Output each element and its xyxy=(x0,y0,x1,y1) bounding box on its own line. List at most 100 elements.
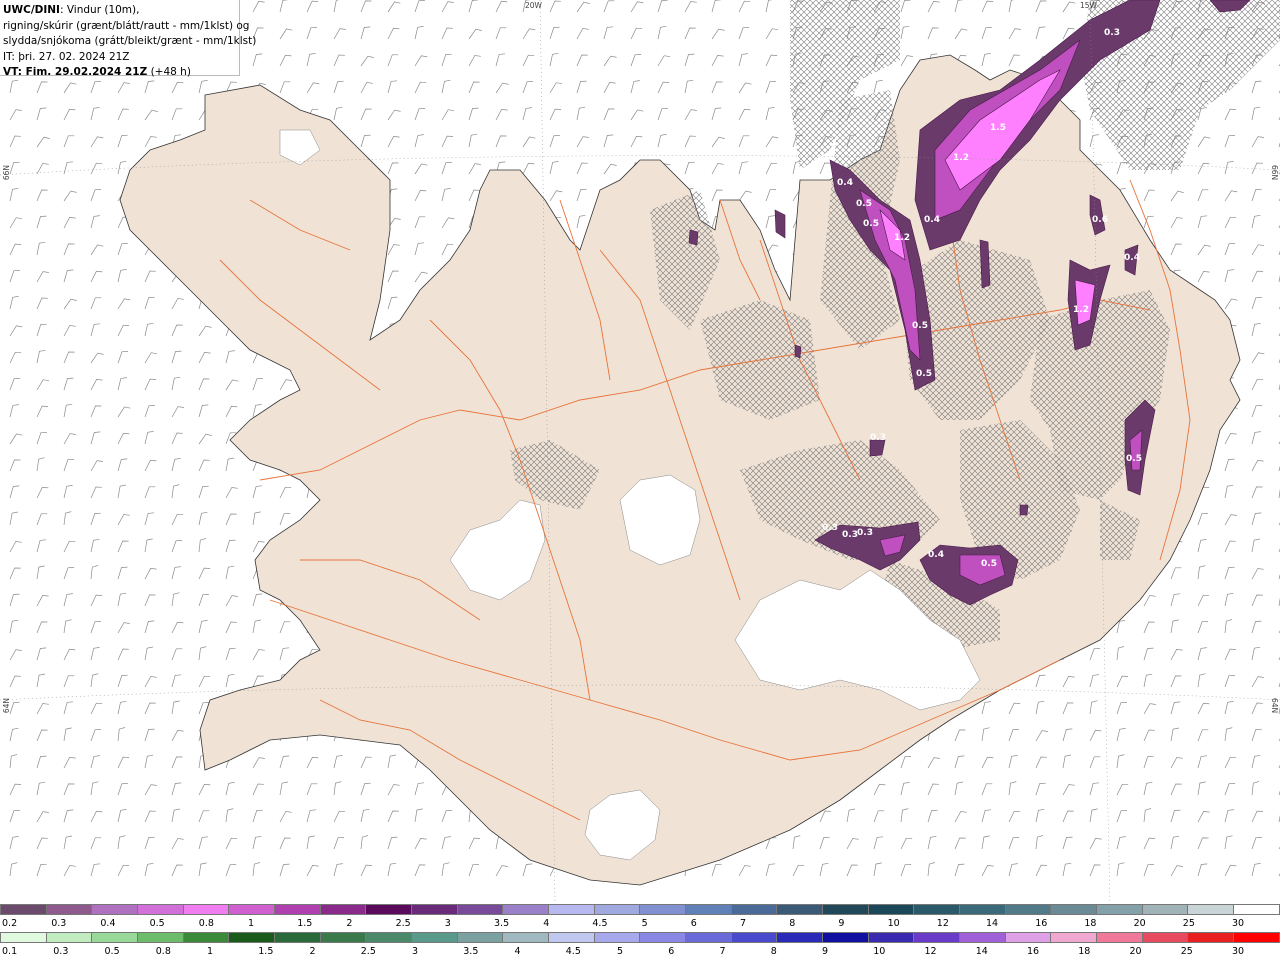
precip-value-label: 0.3 xyxy=(870,433,886,443)
legend-swatch xyxy=(959,932,1005,943)
legend-label: 14 xyxy=(986,918,999,929)
legend-label: 7 xyxy=(740,918,747,929)
precip-value-label: 1.2 xyxy=(953,153,969,163)
valid-time: VT: Fim. 29.02.2024 21Z xyxy=(3,66,148,78)
legend-swatch xyxy=(1050,904,1097,915)
precip-value-label: 0.4 xyxy=(924,215,940,225)
legend-label: 2.5 xyxy=(360,946,376,957)
legend-label: 30 xyxy=(1232,918,1245,929)
legend-swatch xyxy=(867,932,914,943)
legend-swatch xyxy=(1050,932,1097,943)
legend-swatch xyxy=(959,904,1005,915)
legend-swatch xyxy=(456,904,503,915)
legend-label: 2.5 xyxy=(395,918,411,929)
precip-value-label: 0.5 xyxy=(916,369,932,379)
legend-swatch xyxy=(822,932,868,943)
title-line3: slydda/snjókoma (grátt/bleikt/grænt - mm… xyxy=(3,35,257,47)
legend-swatch xyxy=(319,904,366,915)
legend-swatch xyxy=(411,932,457,943)
legend-swatch xyxy=(91,904,138,915)
legend-swatch xyxy=(548,932,594,943)
legend-swatch xyxy=(1096,904,1142,915)
legend-label: 0.3 xyxy=(53,946,69,957)
precip-value-label: 0.5 xyxy=(1126,454,1142,464)
precip-value-label: 0.4 xyxy=(928,550,944,560)
precip-value-label: 0.3 xyxy=(822,523,838,533)
lon-label-20w: 20W xyxy=(525,1,542,10)
legend-label: 9 xyxy=(838,918,845,929)
legend-swatch xyxy=(502,932,549,943)
legend-label: 18 xyxy=(1084,918,1097,929)
title-line1: : Vindur (10m), xyxy=(59,4,140,16)
model-name: UWC/DINI xyxy=(3,4,60,16)
legend-swatch xyxy=(822,904,868,915)
precip-value-label: 0.3 xyxy=(842,530,858,540)
legend-swatch xyxy=(274,932,320,943)
legend-label: 4 xyxy=(543,918,550,929)
precip-value-label: 0.6 xyxy=(1092,215,1108,225)
legend-label: 1 xyxy=(207,946,214,957)
legend-label: 18 xyxy=(1078,946,1091,957)
legend-label: 25 xyxy=(1180,946,1193,957)
legend-label: 10 xyxy=(873,946,886,957)
legend-label: 20 xyxy=(1129,946,1142,957)
legend-swatch xyxy=(456,932,503,943)
legend-label: 25 xyxy=(1182,918,1195,929)
legend-label: 0.4 xyxy=(100,918,116,929)
legend-label: 16 xyxy=(1027,946,1040,957)
legend-label: 8 xyxy=(789,918,796,929)
precip-value-label: 0.4 xyxy=(1124,253,1140,263)
precip-value-label: 1.2 xyxy=(894,233,910,243)
legend-swatch xyxy=(1233,932,1280,943)
legend-swatch xyxy=(776,932,823,943)
legend-swatch xyxy=(182,932,229,943)
legend-label: 0.5 xyxy=(149,918,165,929)
legend-label: 2 xyxy=(346,918,353,929)
legend-label: 4.5 xyxy=(565,946,581,957)
lat-label-64n-left: 64N xyxy=(2,698,11,714)
legend-label: 0.2 xyxy=(2,918,18,929)
legend-label: 3 xyxy=(412,946,419,957)
title-line2: rigning/skúrir (grænt/blátt/rautt - mm/1… xyxy=(3,19,250,32)
legend-label: 1 xyxy=(248,918,255,929)
precip-value-label: 0.5 xyxy=(863,219,879,229)
legend-swatch xyxy=(593,932,640,943)
legend-swatch xyxy=(685,904,731,915)
precip-value-label: 0.5 xyxy=(856,199,872,209)
legend-swatch xyxy=(137,904,183,915)
legend-swatch xyxy=(182,904,229,915)
legend-label: 4.5 xyxy=(592,918,608,929)
legend-swatch xyxy=(137,932,183,943)
legend-swatch xyxy=(0,932,46,943)
legend-label: 3.5 xyxy=(494,918,510,929)
legend-label: 5 xyxy=(641,918,648,929)
legend-swatch xyxy=(913,904,960,915)
precip-value-label: 1.2 xyxy=(1073,305,1089,315)
legend-swatch xyxy=(1233,904,1280,915)
legend-label: 12 xyxy=(924,946,937,957)
legend-swatch xyxy=(639,904,686,915)
legend-swatch xyxy=(1141,904,1188,915)
legend-swatch xyxy=(45,932,92,943)
precip-value-label: 1.5 xyxy=(990,123,1006,133)
legend-swatch xyxy=(45,904,92,915)
init-time: IT: þri. 27. 02. 2024 21Z xyxy=(3,50,130,63)
rain-legend-labels: 0.1 0.3 0.5 0.8 1 1.5 2 2.5 3 3.5 4 4.5 5 6 7 8 9 10 12 14 1… xyxy=(0,946,1280,958)
legend-label: 7 xyxy=(719,946,726,957)
legend-swatch xyxy=(365,932,412,943)
legend-swatch xyxy=(867,904,914,915)
legend-swatch xyxy=(730,932,777,943)
map-info-box: UWC/DINI: Vindur (10m), rigning/skúrir (… xyxy=(0,0,257,78)
lat-label-64n-right: 64N xyxy=(1270,698,1279,714)
precip-value-label: 0.5 xyxy=(912,321,928,331)
snow-legend-bar xyxy=(0,904,1280,919)
snow-legend-labels: 0.2 0.3 0.4 0.5 0.8 1 1.5 2 2.5 3 3.5 4 4.5 5 6 7 8 9 10 12… xyxy=(0,918,1280,930)
legend-label: 12 xyxy=(936,918,949,929)
legend-swatch xyxy=(1004,932,1051,943)
legend-swatch xyxy=(0,904,46,915)
legend-swatch xyxy=(639,932,686,943)
legend-swatch xyxy=(776,904,823,915)
legend-swatch xyxy=(502,904,549,915)
legend-label: 9 xyxy=(822,946,829,957)
legend-swatch xyxy=(1141,932,1188,943)
